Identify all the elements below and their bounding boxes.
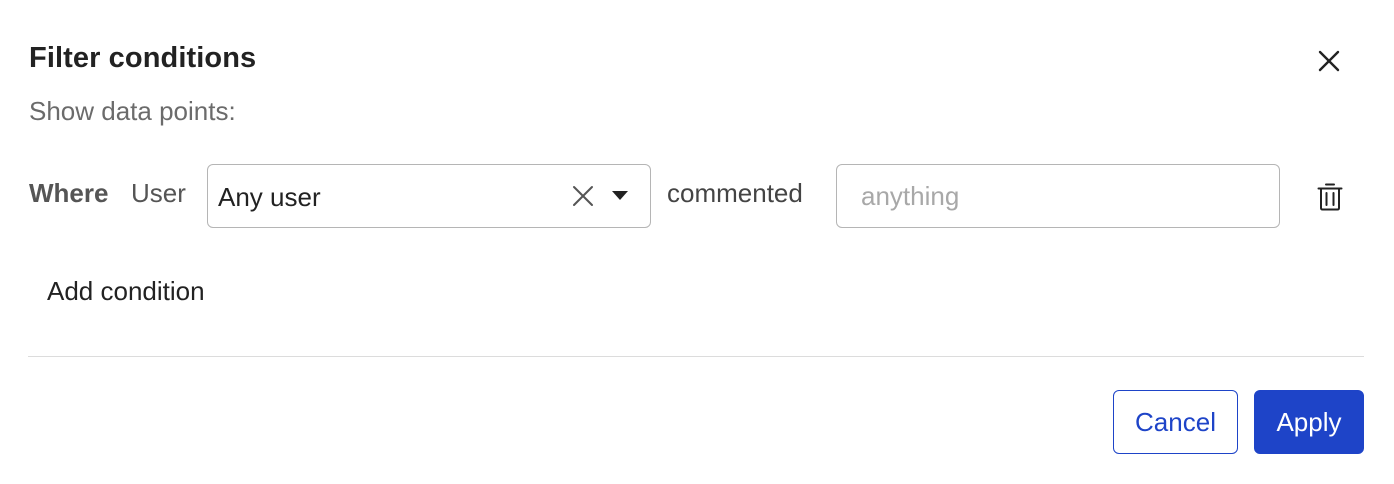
apply-button[interactable]: Apply	[1254, 390, 1364, 454]
dialog-title: Filter conditions	[29, 42, 257, 74]
add-condition-button[interactable]: Add condition	[47, 276, 205, 307]
delete-condition-button[interactable]	[1313, 180, 1347, 214]
trash-icon	[1317, 183, 1343, 211]
chevron-down-icon[interactable]	[608, 183, 632, 209]
field-label: User	[131, 178, 186, 208]
where-label: Where	[29, 178, 109, 208]
verb-label: commented	[667, 178, 803, 208]
clear-icon[interactable]	[570, 183, 596, 209]
close-icon	[1318, 50, 1340, 72]
filter-conditions-dialog: Filter conditions Show data points: Wher…	[0, 0, 1394, 484]
cancel-button[interactable]: Cancel	[1113, 390, 1238, 454]
footer-divider	[28, 356, 1364, 357]
comment-text-input[interactable]	[836, 164, 1280, 228]
user-select[interactable]: Any user	[207, 164, 651, 228]
user-select-value: Any user	[218, 182, 321, 212]
close-button[interactable]	[1310, 42, 1348, 80]
dialog-subtitle: Show data points:	[29, 96, 236, 126]
condition-row: Where User Any user commented	[29, 164, 1369, 228]
